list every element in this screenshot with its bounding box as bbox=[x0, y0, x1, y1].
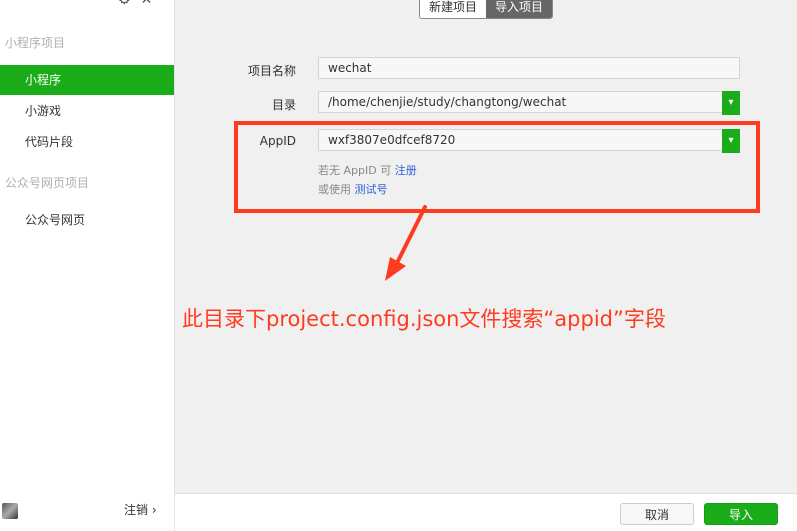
sidebar-bottom-bar: 注销 › bbox=[0, 495, 174, 531]
project-tabs: 新建项目 导入项目 bbox=[419, 0, 554, 19]
sidebar-item-code-snippet[interactable]: 代码片段 bbox=[0, 127, 174, 157]
sidebar-item-official-web[interactable]: 公众号网页 bbox=[0, 205, 174, 235]
directory-select[interactable]: /home/chenjie/study/changtong/wechat ▾ bbox=[318, 91, 740, 115]
footer-bar: 取消 导入 bbox=[175, 493, 797, 531]
cancel-button[interactable]: 取消 bbox=[620, 503, 694, 525]
sidebar-item-miniprogram[interactable]: 小程序 bbox=[0, 65, 174, 95]
gear-icon[interactable]: ⚙ bbox=[118, 0, 131, 8]
directory-value: /home/chenjie/study/changtong/wechat bbox=[328, 95, 567, 109]
arrow-annotation-icon bbox=[385, 205, 427, 281]
tab-import-project[interactable]: 导入项目 bbox=[486, 0, 553, 18]
project-name-input[interactable]: wechat bbox=[318, 57, 740, 79]
section-label-official: 公众号网页项目 bbox=[5, 176, 90, 190]
tab-new-project[interactable]: 新建项目 bbox=[420, 0, 487, 18]
chevron-right-icon: › bbox=[151, 503, 157, 517]
sidebar: ⚙ ✕ 小程序项目 小程序 小游戏 代码片段 公众号网页项目 公众号网页 注销 … bbox=[0, 0, 175, 531]
import-button[interactable]: 导入 bbox=[704, 503, 778, 525]
sidebar-item-minigame[interactable]: 小游戏 bbox=[0, 96, 174, 126]
project-name-label: 项目名称 bbox=[247, 64, 296, 78]
annotation-highlight-box bbox=[234, 121, 760, 213]
chevron-down-icon[interactable]: ▾ bbox=[722, 91, 740, 115]
logout-label: 注销 bbox=[124, 503, 149, 517]
close-icon[interactable]: ✕ bbox=[141, 0, 153, 8]
avatar[interactable] bbox=[2, 503, 18, 519]
window-controls: ⚙ ✕ bbox=[118, 0, 152, 8]
directory-label: 目录 bbox=[271, 98, 296, 112]
section-label-miniprogram: 小程序项目 bbox=[5, 36, 66, 50]
annotation-text: 此目录下project.config.json文件搜索“appid”字段 bbox=[182, 307, 666, 331]
logout-button[interactable]: 注销 › bbox=[124, 501, 157, 518]
main-panel: 新建项目 导入项目 项目名称 wechat 目录 /home/chenjie/s… bbox=[175, 0, 797, 531]
